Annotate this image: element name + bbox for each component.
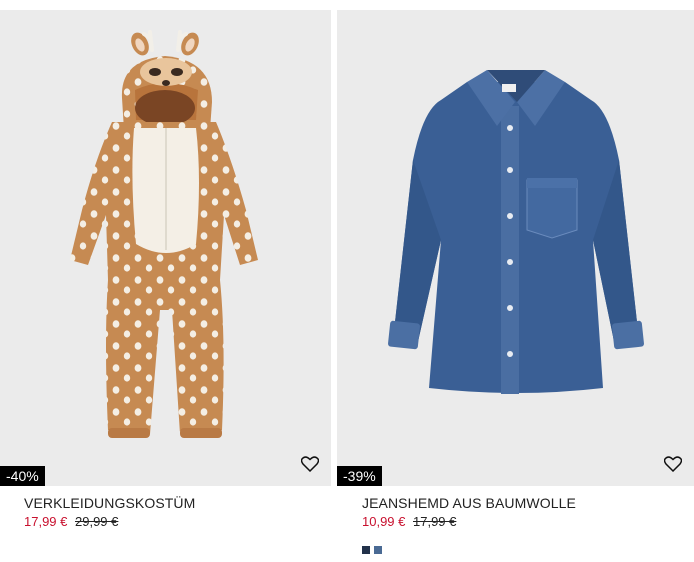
denim-shirt-image (388, 70, 644, 394)
fawn-costume-image (70, 30, 258, 438)
color-swatch-dark-blue[interactable] (362, 546, 370, 554)
original-price: 17,99 € (413, 514, 457, 529)
discount-badge: -40% (0, 466, 45, 486)
discount-badge: -39% (337, 466, 382, 486)
original-price: 29,99 € (75, 514, 119, 529)
product-image[interactable]: -39% (337, 10, 694, 486)
product-image[interactable]: -40% (0, 10, 331, 486)
heart-outline-icon[interactable] (301, 456, 319, 472)
product-title[interactable]: JEANSHEMD AUS BAUMWOLLE (362, 495, 694, 512)
sale-price: 10,99 € (362, 514, 406, 529)
price-block: 10,99 € 17,99 € (362, 513, 694, 530)
product-title[interactable]: VERKLEIDUNGSKOSTÜM (24, 495, 331, 512)
sale-price: 17,99 € (24, 514, 68, 529)
product-card[interactable]: -39% JEANSHEMD AUS BAUMWOLLE 10,99 € 17,… (337, 10, 694, 554)
product-card[interactable]: -40% VERKLEIDUNGSKOSTÜM 17,99 € 29,99 € (0, 10, 331, 530)
color-swatches (362, 546, 694, 554)
price-block: 17,99 € 29,99 € (24, 513, 331, 530)
color-swatch-blue[interactable] (374, 546, 382, 554)
heart-outline-icon[interactable] (664, 456, 682, 472)
